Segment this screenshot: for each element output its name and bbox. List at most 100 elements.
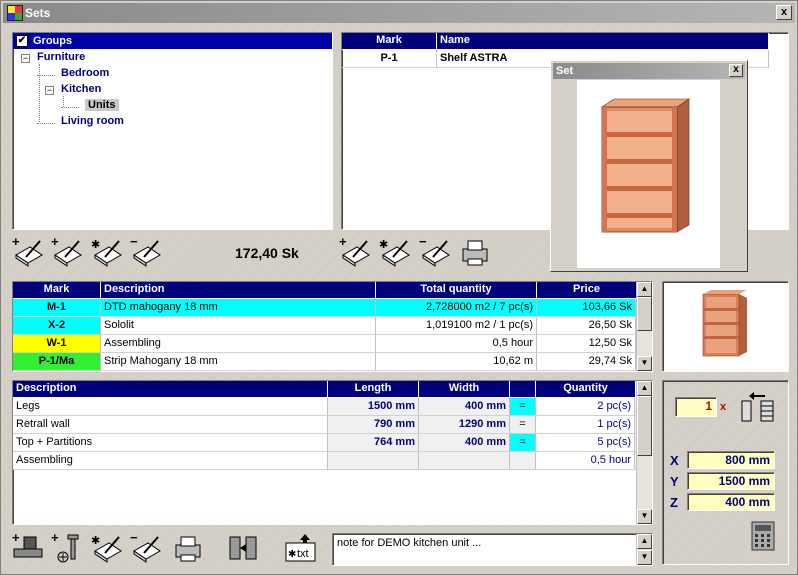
tree-item[interactable]: Kitchen [61,83,101,95]
parts-rows: Legs 1500 mm 400 mm = 2 pc(s) Retrall wa… [13,398,652,470]
table-row[interactable]: Top + Partitions 764 mm 400 mm = 5 pc(s) [13,434,636,452]
multiplier-input[interactable]: 1 [675,397,717,417]
part-equals-toggle[interactable]: = [510,416,536,433]
z-dimension-input[interactable]: 400 mm [687,493,775,511]
add-part-button[interactable]: + [12,530,44,563]
note-textarea[interactable]: note for DEMO kitchen unit ... ▲ ▼ [332,533,653,566]
table-row[interactable]: M-1 DTD mahogany 18 mm 2,728000 m2 / 7 p… [13,299,636,317]
calculator-icon[interactable] [751,521,775,551]
materials-col-quantity[interactable]: Total quantity [376,282,537,299]
part-length: 790 mm [328,416,419,433]
add-set-button[interactable]: + [339,234,371,267]
tree-item[interactable]: Bedroom [61,67,109,79]
set-canvas [577,80,720,268]
scroll-down-arrow[interactable]: ▼ [637,356,652,371]
sets-window: Sets x ✔ Groups − Furniture Bedroom − Kitche… [0,0,798,575]
material-quantity: 10,62 m [376,353,537,370]
parts-header: Description Length Width Quantity [13,381,652,398]
delete-set-button[interactable]: − [419,234,451,267]
add-fitting-button[interactable]: + [51,530,83,563]
x-dimension-input[interactable]: 800 mm [687,451,775,469]
stack-arrow-icon[interactable] [741,391,775,423]
part-quantity: 5 pc(s) [536,434,635,451]
edit-set-button[interactable]: ✱ [379,237,411,267]
column-mark[interactable]: Mark [342,33,437,50]
materials-col-price[interactable]: Price [537,282,637,299]
scroll-up-arrow[interactable]: ▲ [637,381,652,396]
scroll-thumb[interactable] [637,297,652,331]
set-window-close-button[interactable]: x [729,64,743,77]
print-set-button[interactable] [459,237,491,267]
tree-connector [61,107,79,108]
table-row[interactable]: X-2 Sololit 1,019100 m2 / 1 pc(s) 26,50 … [13,317,636,335]
part-length: 764 mm [328,434,419,451]
part-equals-toggle[interactable] [510,452,536,469]
table-row[interactable]: P-1/Ma Strip Mahogany 18 mm 10,62 m 29,7… [13,353,636,371]
tree-expander[interactable]: − [21,54,30,63]
delete-part-button[interactable]: − [130,530,162,563]
parts-col-width[interactable]: Width [419,381,510,398]
svg-text:✱: ✱ [379,239,388,251]
materials-col-mark[interactable]: Mark [13,282,101,299]
scroll-up-arrow[interactable]: ▲ [637,534,652,549]
title-bar: Sets x [3,3,795,23]
part-quantity: 2 pc(s) [536,398,635,415]
material-description: Sololit [101,317,376,334]
scroll-thumb[interactable] [637,396,652,456]
svg-text:✱: ✱ [91,535,100,547]
close-button[interactable]: x [776,5,792,20]
parts-col-quantity[interactable]: Quantity [536,381,636,398]
svg-text:−: − [130,533,138,545]
scroll-down-arrow[interactable]: ▼ [637,509,652,524]
y-dimension-input[interactable]: 1500 mm [687,472,775,490]
scroll-up-arrow[interactable]: ▲ [637,282,652,297]
material-description: Assembling [101,335,376,352]
tree-connector [37,123,55,124]
parts-panel: Description Length Width Quantity Legs 1… [12,380,653,525]
add-subgroup-button[interactable]: + [51,234,83,267]
text-note-button[interactable]: ✱ txt [285,533,317,563]
table-row[interactable]: W-1 Assembling 0,5 hour 12,50 Sk [13,335,636,353]
tree-item[interactable]: Living room [61,115,124,127]
parts-col-length[interactable]: Length [328,381,419,398]
parts-col-eq[interactable] [510,381,536,398]
material-price: 12,50 Sk [537,335,636,352]
parts-scrollbar[interactable]: ▲ ▼ [636,381,652,524]
table-row[interactable]: Assembling 0,5 hour [13,452,636,470]
groups-checkbox[interactable]: ✔ [16,35,28,47]
tree-item[interactable]: Units [85,99,119,111]
materials-col-description[interactable]: Description [101,282,376,299]
part-equals-toggle[interactable]: = [510,398,536,415]
delete-group-button[interactable]: − [130,234,162,267]
set-mark: P-1 [342,50,437,67]
materials-scrollbar[interactable]: ▲ ▼ [636,282,652,371]
svg-text:+: + [12,237,20,249]
split-button[interactable] [227,533,259,563]
multiplier-suffix: x [720,401,727,413]
part-width: 400 mm [419,434,510,451]
material-mark: W-1 [13,335,101,352]
table-row[interactable]: Legs 1500 mm 400 mm = 2 pc(s) [13,398,636,416]
svg-text:+: + [12,533,20,545]
edit-part-button[interactable]: ✱ [91,533,123,563]
edit-group-button[interactable]: ✱ [91,237,123,267]
note-scrollbar[interactable]: ▲ ▼ [636,534,652,565]
tree-item[interactable]: Furniture [37,51,85,63]
tree-expander[interactable]: − [45,86,54,95]
add-group-button[interactable]: + [12,234,44,267]
material-mark: P-1/Ma [13,353,101,370]
part-equals-toggle[interactable]: = [510,434,536,451]
material-description: Strip Mahogany 18 mm [101,353,376,370]
part-quantity: 1 pc(s) [536,416,635,433]
scroll-down-arrow[interactable]: ▼ [637,550,652,565]
x-label: X [670,453,679,468]
z-label: Z [670,495,678,510]
material-description: DTD mahogany 18 mm [101,299,376,316]
table-row[interactable]: Retrall wall 790 mm 1290 mm = 1 pc(s) [13,416,636,434]
svg-text:+: + [339,237,347,249]
column-name[interactable]: Name [437,33,769,50]
part-quantity: 0,5 hour [536,452,635,469]
svg-text:−: − [130,237,138,249]
parts-col-description[interactable]: Description [13,381,328,398]
print-parts-button[interactable] [172,533,204,563]
